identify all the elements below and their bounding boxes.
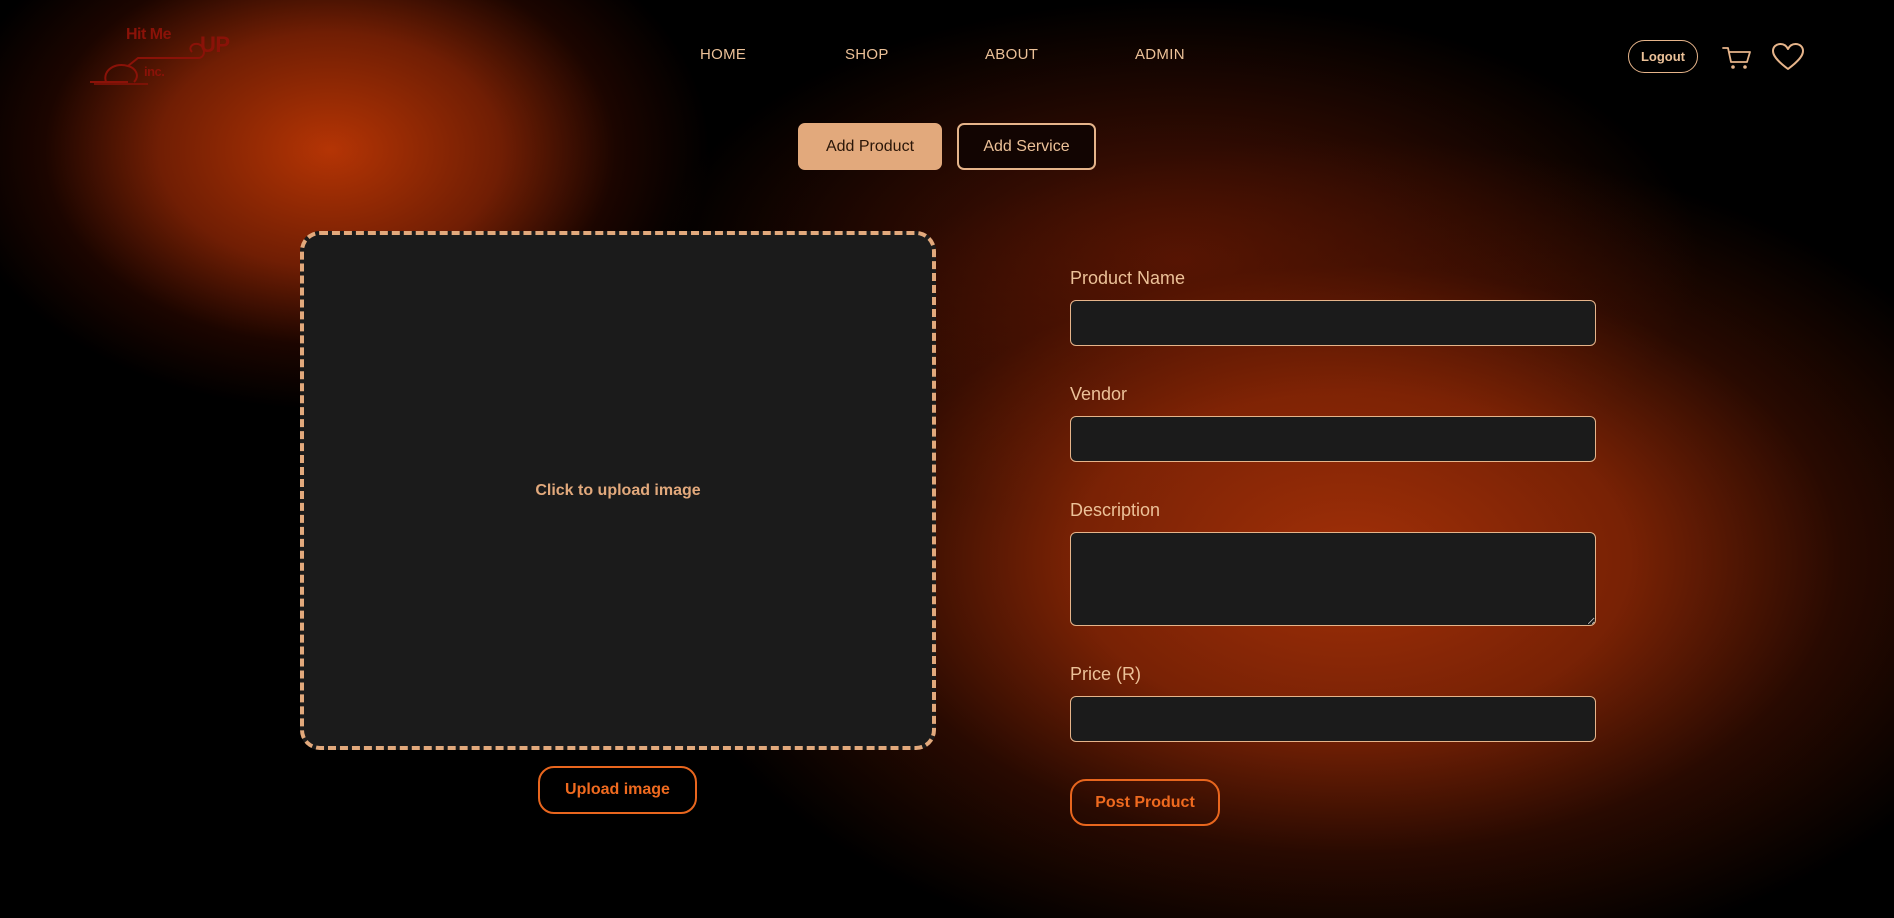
nav-link-home[interactable]: HOME bbox=[700, 46, 746, 63]
logo-text-right: UP bbox=[200, 32, 230, 57]
vendor-input[interactable] bbox=[1070, 416, 1596, 462]
heart-icon[interactable] bbox=[1772, 43, 1804, 71]
logo-text-top: Hit Me bbox=[126, 26, 172, 43]
price-label: Price (R) bbox=[1070, 664, 1141, 684]
shopping-cart-icon[interactable] bbox=[1722, 45, 1752, 71]
site-header: Hit Me UP inc. HOME SHOP ABOUT ADMIN Log… bbox=[0, 0, 1894, 116]
upload-image-button[interactable]: Upload image bbox=[538, 766, 697, 814]
brand-logo[interactable]: Hit Me UP inc. bbox=[88, 22, 238, 92]
nav-link-about[interactable]: ABOUT bbox=[985, 46, 1038, 63]
nav-link-shop[interactable]: SHOP bbox=[845, 46, 889, 63]
price-input[interactable] bbox=[1070, 696, 1596, 742]
product-name-input[interactable] bbox=[1070, 300, 1596, 346]
vendor-label: Vendor bbox=[1070, 384, 1128, 404]
logo-text-bottom: inc. bbox=[144, 64, 165, 79]
add-service-tab[interactable]: Add Service bbox=[957, 123, 1096, 170]
upload-hint-text: Click to upload image bbox=[535, 481, 701, 499]
add-product-tab[interactable]: Add Product bbox=[798, 123, 942, 170]
description-textarea[interactable] bbox=[1070, 532, 1596, 626]
post-product-button[interactable]: Post Product bbox=[1070, 779, 1220, 826]
product-name-label: Product Name bbox=[1070, 268, 1186, 288]
image-upload-dropzone[interactable]: Click to upload image bbox=[300, 231, 936, 750]
logout-button[interactable]: Logout bbox=[1628, 40, 1698, 73]
description-label: Description bbox=[1070, 500, 1161, 520]
nav-link-admin[interactable]: ADMIN bbox=[1135, 46, 1185, 63]
